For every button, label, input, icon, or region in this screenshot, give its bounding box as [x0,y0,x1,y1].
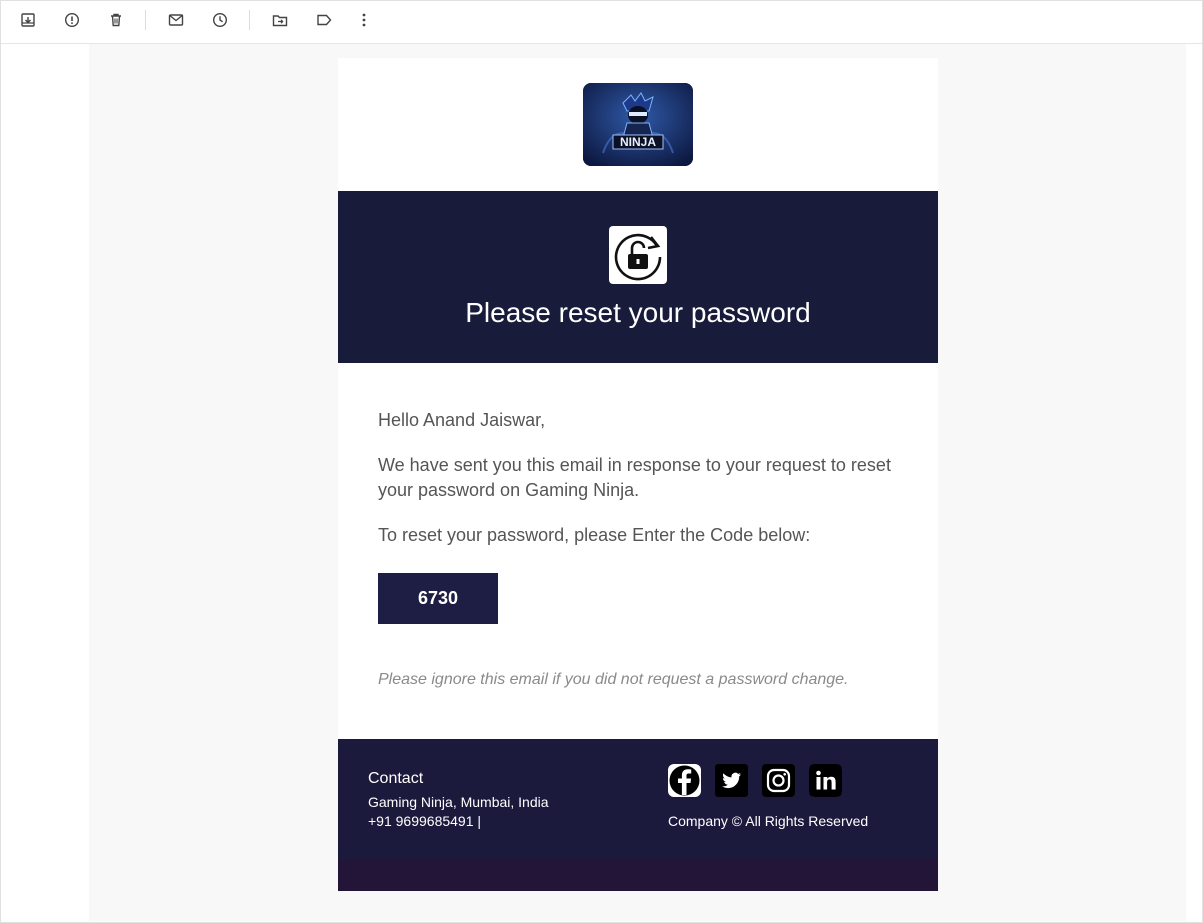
instruction-paragraph: To reset your password, please Enter the… [378,525,811,545]
footer-bottom-bar [338,859,938,891]
mark-unread-icon[interactable] [166,10,186,30]
mail-viewer: NINJA Please reset your password Hello A… [0,0,1203,923]
twitter-icon[interactable] [715,764,748,797]
email-content: NINJA Please reset your password Hello A… [338,58,938,891]
email-footer: Contact Gaming Ninja, Mumbai, India +91 … [338,739,938,859]
archive-icon[interactable] [18,10,38,30]
linkedin-icon[interactable] [809,764,842,797]
ignore-note: Please ignore this email if you did not … [378,671,849,688]
snooze-icon[interactable] [210,10,230,30]
label-icon[interactable] [314,10,334,30]
delete-icon[interactable] [106,10,126,30]
gaming-ninja-logo: NINJA [583,83,693,166]
greeting: Hello Anand Jaiswar, [378,410,546,430]
toolbar-divider [249,10,250,30]
hero-title: Please reset your password [465,297,811,328]
more-icon[interactable] [354,10,374,30]
logo-header: NINJA [338,58,938,191]
instagram-icon[interactable] [762,764,795,797]
contact-heading: Contact [368,770,424,787]
social-links [668,764,842,797]
message-toolbar [1,1,1202,44]
contact-address: Gaming Ninja, Mumbai, India [368,794,549,810]
report-spam-icon[interactable] [62,10,82,30]
contact-phone: +91 9699685491 | [368,813,482,829]
reset-code-box[interactable]: 6730 [378,573,498,624]
copyright-text: Company © All Rights Reserved [668,813,869,829]
toolbar-divider [145,10,146,30]
facebook-icon[interactable] [668,764,701,797]
move-to-icon[interactable] [270,10,290,30]
unlock-refresh-icon [609,226,667,284]
body-paragraph: We have sent you this email in response … [378,455,891,500]
hero-banner: Please reset your password [338,191,938,363]
svg-text:NINJA: NINJA [620,135,656,149]
